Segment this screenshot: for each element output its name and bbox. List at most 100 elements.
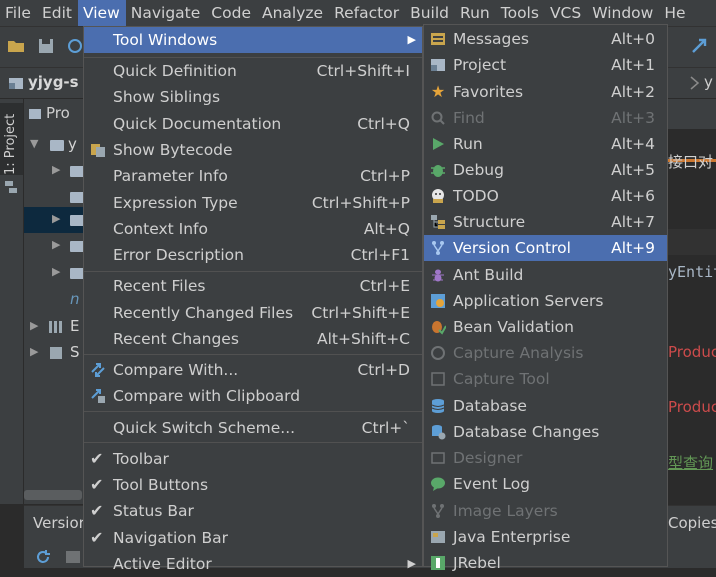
view-menu-parameter-info[interactable]: Parameter Info Ctrl+P (84, 163, 422, 189)
tool-window-structure[interactable]: Structure Alt+7 (424, 209, 667, 235)
horizontal-scrollbar[interactable] (24, 490, 82, 500)
tool-window-event-log[interactable]: Event Log (424, 471, 667, 497)
menu-edit[interactable]: Edit (37, 0, 78, 26)
tool-window-find[interactable]: Find Alt+3 (424, 105, 667, 131)
tool-window-capture-analysis[interactable]: Capture Analysis (424, 340, 667, 366)
menu-item-label: Quick Switch Scheme... (113, 419, 296, 437)
menu-navigate[interactable]: Navigate (126, 0, 207, 26)
tool-window-favorites[interactable]: ★ Favorites Alt+2 (424, 79, 667, 105)
view-menu-status-bar[interactable]: ✔ Status Bar (84, 498, 422, 524)
view-menu-show-bytecode[interactable]: Show Bytecode (84, 137, 422, 163)
tool-window-todo[interactable]: TODO Alt+6 (424, 183, 667, 209)
view-menu-show-siblings[interactable]: Show Siblings (84, 84, 422, 110)
view-menu-compare-with-clipboard[interactable]: Compare with Clipboard (84, 383, 422, 409)
tool-window-database-changes[interactable]: Database Changes (424, 419, 667, 445)
tree-row[interactable]: ▼ y (24, 132, 84, 158)
menu-file[interactable]: File (0, 0, 37, 26)
menu-separator (84, 354, 422, 355)
menu-run[interactable]: Run (455, 0, 496, 26)
tree-collapse-icon[interactable]: ▶ (52, 212, 60, 225)
tree-row[interactable]: ▶ E (24, 314, 84, 340)
tree-row[interactable]: ▶ S (24, 340, 84, 366)
tree-row[interactable]: n (24, 287, 84, 313)
menu-window[interactable]: Window (587, 0, 659, 26)
menu-item-label: Quick Documentation (113, 115, 282, 133)
tree-collapse-icon[interactable]: ▶ (30, 345, 38, 358)
star-icon: ★ (430, 82, 446, 101)
view-menu-recently-changed-files[interactable]: Recently Changed Files Ctrl+Shift+E (84, 300, 422, 326)
menu-help[interactable]: He (659, 0, 691, 26)
view-menu: Tool Windows ▶ Quick Definition Ctrl+Shi… (83, 26, 423, 573)
tool-window-ant-build[interactable]: Ant Build (424, 262, 667, 288)
tool-window-image-layers[interactable]: Image Layers (424, 498, 667, 524)
menu-build[interactable]: Build (405, 0, 455, 26)
tree-collapse-icon[interactable]: ▶ (30, 319, 38, 332)
view-menu-quick-definition[interactable]: Quick Definition Ctrl+Shift+I (84, 58, 422, 84)
tool-window-jrebel[interactable]: JRebel (424, 550, 667, 576)
project-tool-tab[interactable]: 1: Project (0, 103, 23, 175)
view-menu-active-editor[interactable]: Active Editor ▶ (84, 551, 422, 577)
left-tool-strip: 1: Project (0, 99, 24, 504)
tree-row[interactable]: ▶ (24, 233, 84, 259)
todo-icon (432, 189, 444, 203)
view-menu-recent-files[interactable]: Recent Files Ctrl+E (84, 273, 422, 299)
tool-window-application-servers[interactable]: Application Servers (424, 288, 667, 314)
menu-code[interactable]: Code (206, 0, 257, 26)
menu-tools[interactable]: Tools (496, 0, 545, 26)
menu-analyze[interactable]: Analyze (257, 0, 329, 26)
tool-window-messages[interactable]: Messages Alt+0 (424, 26, 667, 52)
view-menu-tool-buttons[interactable]: ✔ Tool Buttons (84, 472, 422, 498)
designer-icon (431, 452, 445, 464)
refresh-icon[interactable] (34, 548, 52, 566)
tool-window-run[interactable]: Run Alt+4 (424, 131, 667, 157)
project-icon (431, 59, 445, 71)
view-menu-context-info[interactable]: Context Info Alt+Q (84, 216, 422, 242)
sync-icon[interactable] (66, 37, 84, 55)
project-panel-header: Pro (46, 104, 70, 122)
tool-window-database[interactable]: Database (424, 393, 667, 419)
tool-window-version-control[interactable]: Version Control Alt+9 (424, 235, 667, 261)
menu-view[interactable]: View (77, 0, 126, 26)
tool-window-designer[interactable]: Designer (424, 445, 667, 471)
open-folder-icon[interactable] (7, 37, 25, 55)
structure-side-icon[interactable] (3, 179, 19, 195)
menu-item-label: Image Layers (453, 502, 558, 520)
view-menu-recent-changes[interactable]: Recent Changes Alt+Shift+C (84, 326, 422, 352)
view-menu-quick-documentation[interactable]: Quick Documentation Ctrl+Q (84, 111, 422, 137)
tree-collapse-icon[interactable]: ▶ (52, 265, 60, 278)
folder-icon (70, 268, 84, 279)
tree-expand-icon[interactable]: ▼ (30, 137, 38, 150)
menu-item-shortcut: Ctrl+P (360, 167, 410, 185)
tree-row-label: y (68, 135, 77, 153)
menu-item-label: Java Enterprise (453, 528, 571, 546)
project-folder-icon (9, 78, 23, 89)
view-menu-error-description[interactable]: Error Description Ctrl+F1 (84, 242, 422, 268)
view-menu-navigation-bar[interactable]: ✔ Navigation Bar (84, 525, 422, 551)
view-menu-tool-windows[interactable]: Tool Windows ▶ (84, 27, 422, 53)
breadcrumb-right[interactable]: y (704, 73, 713, 91)
tool-window-debug[interactable]: Debug Alt+5 (424, 157, 667, 183)
view-menu-compare-with[interactable]: Compare With... Ctrl+D (84, 357, 422, 383)
tree-row[interactable]: ▶ (24, 158, 84, 184)
checkmark-icon: ✔ (90, 475, 104, 494)
menu-refactor[interactable]: Refactor (329, 0, 405, 26)
menu-item-label: Capture Tool (453, 370, 550, 388)
tool-window-java-enterprise[interactable]: Java Enterprise (424, 524, 667, 550)
save-icon[interactable] (37, 37, 55, 55)
tool-window-capture-tool[interactable]: Capture Tool (424, 366, 667, 392)
tree-row[interactable]: ▶ (24, 207, 84, 233)
tree-collapse-icon[interactable]: ▶ (52, 238, 60, 251)
tool-window-project[interactable]: Project Alt+1 (424, 52, 667, 78)
diff-icon[interactable] (64, 548, 82, 566)
menu-item-label: Structure (453, 213, 526, 231)
view-menu-quick-switch-scheme[interactable]: Quick Switch Scheme... Ctrl+` (84, 415, 422, 441)
version-control-panel-title[interactable]: Versior (33, 514, 85, 532)
breadcrumb-project[interactable]: yjyg-s (28, 73, 79, 91)
menu-vcs[interactable]: VCS (545, 0, 587, 26)
tree-row[interactable]: ▶ (24, 260, 84, 286)
view-menu-toolbar[interactable]: ✔ Toolbar (84, 446, 422, 472)
view-menu-expression-type[interactable]: Expression Type Ctrl+Shift+P (84, 190, 422, 216)
vcs-update-icon[interactable] (690, 37, 708, 55)
tool-window-bean-validation[interactable]: Bean Validation (424, 314, 667, 340)
tree-collapse-icon[interactable]: ▶ (52, 163, 60, 176)
